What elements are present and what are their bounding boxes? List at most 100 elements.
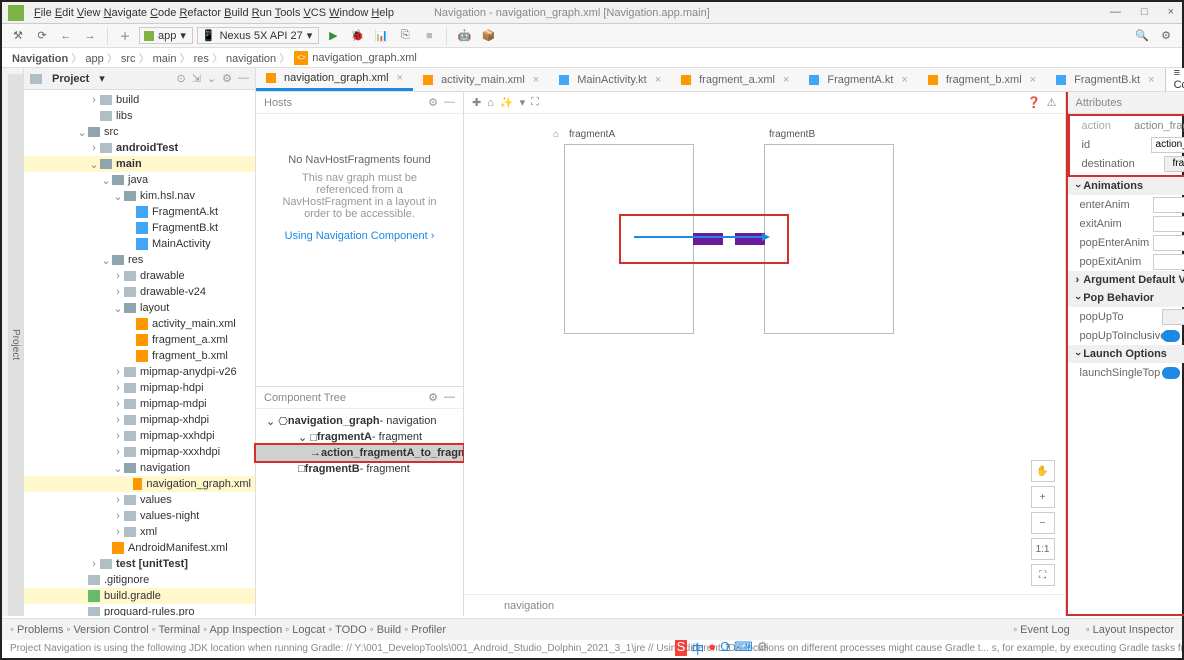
tree-row[interactable]: ›mipmap-xxxhdpi [24,444,255,460]
status-item[interactable]: ◦ Version Control [66,624,148,636]
tree-row[interactable]: ⌄layout [24,300,255,316]
zoom-out-button[interactable]: − [1031,512,1055,534]
sdk-icon[interactable]: 📦 [478,27,498,45]
debug-icon[interactable]: 🐞 [347,27,367,45]
breadcrumb-seg[interactable]: navigation [226,53,276,65]
search-icon[interactable]: 🔍 [1132,27,1152,45]
menu-run[interactable]: Run [252,7,272,19]
status-item[interactable]: ◦ Layout Inspector [1086,624,1174,636]
canvas-surface-icon[interactable]: ▾ [520,96,526,109]
comptree-gear-icon[interactable]: ⚙ [428,391,438,404]
tree-row[interactable]: ›drawable-v24 [24,284,255,300]
sync-icon[interactable]: ⟳ [32,27,52,45]
sect-animations[interactable]: Animations [1068,177,1184,195]
tab[interactable]: MainActivity.kt× [549,68,671,91]
breadcrumb-seg[interactable]: main [153,53,177,65]
profile-icon[interactable]: 📊 [371,27,391,45]
comptree-root[interactable]: ⌄ ⎔ navigation_graph - navigation [256,413,463,429]
expand-all-icon[interactable]: ⇲ [192,72,201,85]
close-button[interactable]: × [1168,6,1174,18]
sect-arg-defaults[interactable]: Argument Default Values [1068,271,1184,289]
tree-row[interactable]: ›mipmap-hdpi [24,380,255,396]
tree-row[interactable]: fragment_a.xml [24,332,255,348]
menu-window[interactable]: Window [329,7,368,19]
status-item[interactable]: ◦ TODO [328,624,366,636]
attr-destination-select[interactable]: fragmentB [1164,156,1184,172]
menu-code[interactable]: Code [150,7,176,19]
canvas-add-icon[interactable]: ✚ [472,96,481,109]
comptree-hide-icon[interactable]: — [444,391,455,404]
collapse-icon[interactable]: ⌄ [207,72,216,85]
tree-row[interactable]: ›mipmap-mdpi [24,396,255,412]
tree-row[interactable]: ›values [24,492,255,508]
tree-row[interactable]: ⌄kim.hsl.nav [24,188,255,204]
zoom-in-button[interactable]: + [1031,486,1055,508]
tree-row[interactable]: ⌄res [24,252,255,268]
tree-row[interactable]: proguard-rules.pro [24,604,255,616]
tab[interactable]: navigation_graph.xml× [256,68,413,91]
menu-file[interactable]: File [34,7,52,19]
menu-vcs[interactable]: VCS [303,7,326,19]
add-config-icon[interactable]: ＋ [115,27,135,45]
tab[interactable]: fragment_b.xml× [918,68,1046,91]
tree-row[interactable]: ›build [24,92,255,108]
tree-row[interactable]: libs [24,108,255,124]
comptree-item[interactable]: □ fragmentB - fragment [256,461,463,477]
status-item[interactable]: ◦ App Inspection [203,624,282,636]
attr-id-input[interactable] [1151,137,1184,153]
popupto-select[interactable] [1162,309,1184,325]
mode-code[interactable]: ≡ Code [1165,68,1184,92]
tree-row[interactable]: navigation_graph.xml [24,476,255,492]
hide-panel-icon[interactable]: — [238,72,249,85]
menu-navigate[interactable]: Navigate [104,7,147,19]
menu-help[interactable]: Help [371,7,394,19]
hosts-hide-icon[interactable]: — [444,96,455,109]
maximize-button[interactable]: □ [1141,6,1148,18]
pop-exit-anim-input[interactable] [1153,254,1184,270]
tab[interactable]: fragment_a.xml× [671,68,799,91]
back-icon[interactable]: ← [56,27,76,45]
breadcrumb-seg[interactable]: Navigation [12,53,68,65]
tree-row[interactable]: ⌄navigation [24,460,255,476]
menu-tools[interactable]: Tools [275,7,301,19]
device-selector[interactable]: 📱 Nexus 5X API 27 ▾ [197,27,319,44]
status-item[interactable]: ◦ Build [370,624,401,636]
tree-row[interactable]: ›xml [24,524,255,540]
tree-row[interactable]: ⌄main [24,156,255,172]
tree-row[interactable]: build.gradle [24,588,255,604]
select-opened-icon[interactable]: ⊙ [176,72,185,85]
avd-icon[interactable]: 🤖 [454,27,474,45]
strip-project[interactable]: Project [8,74,23,616]
breadcrumb-file[interactable]: navigation_graph.xml [312,52,417,64]
tree-row[interactable]: ›mipmap-xxhdpi [24,428,255,444]
sect-launch-options[interactable]: Launch Options [1068,345,1184,363]
enter-anim-input[interactable] [1153,197,1184,213]
canvas-home-icon[interactable]: ⌂ [487,97,494,109]
tree-row[interactable]: ›mipmap-xhdpi [24,412,255,428]
gear-icon[interactable]: ⚙ [222,72,232,85]
tree-row[interactable]: fragment_b.xml [24,348,255,364]
tab[interactable]: FragmentA.kt× [799,68,917,91]
exit-anim-input[interactable] [1153,216,1184,232]
tree-row[interactable]: ›drawable [24,268,255,284]
status-item[interactable]: ◦ Event Log [1013,624,1070,636]
status-item[interactable]: ◦ Logcat [285,624,325,636]
tree-row[interactable]: AndroidManifest.xml [24,540,255,556]
tree-row[interactable]: FragmentA.kt [24,204,255,220]
stop-icon[interactable]: ■ [419,27,439,45]
breadcrumb-seg[interactable]: src [121,53,136,65]
run-icon[interactable]: ▶ [323,27,343,45]
canvas-wand-icon[interactable]: ✨ [500,96,514,109]
comptree-item[interactable]: ⌄ □ fragmentA - fragment [256,429,463,445]
popupto-inclusive-toggle[interactable] [1162,330,1180,342]
sect-pop-behavior[interactable]: Pop Behavior [1068,289,1184,307]
launch-singletop-toggle[interactable] [1162,367,1180,379]
module-selector[interactable]: app ▾ [139,27,193,44]
design-canvas[interactable]: ✚ ⌂ ✨ ▾ ⛶ ❓ ⚠ ⌂ fragmentA [464,92,1066,616]
tree-row[interactable]: ⌄java [24,172,255,188]
status-item[interactable]: ◦ Profiler [404,624,446,636]
tree-row[interactable]: .gitignore [24,572,255,588]
hosts-link[interactable]: Using Navigation Component › [285,230,435,242]
project-tree[interactable]: ›buildlibs⌄src›androidTest⌄main⌄java⌄kim… [24,90,255,616]
status-item[interactable]: ◦ Terminal [152,624,200,636]
